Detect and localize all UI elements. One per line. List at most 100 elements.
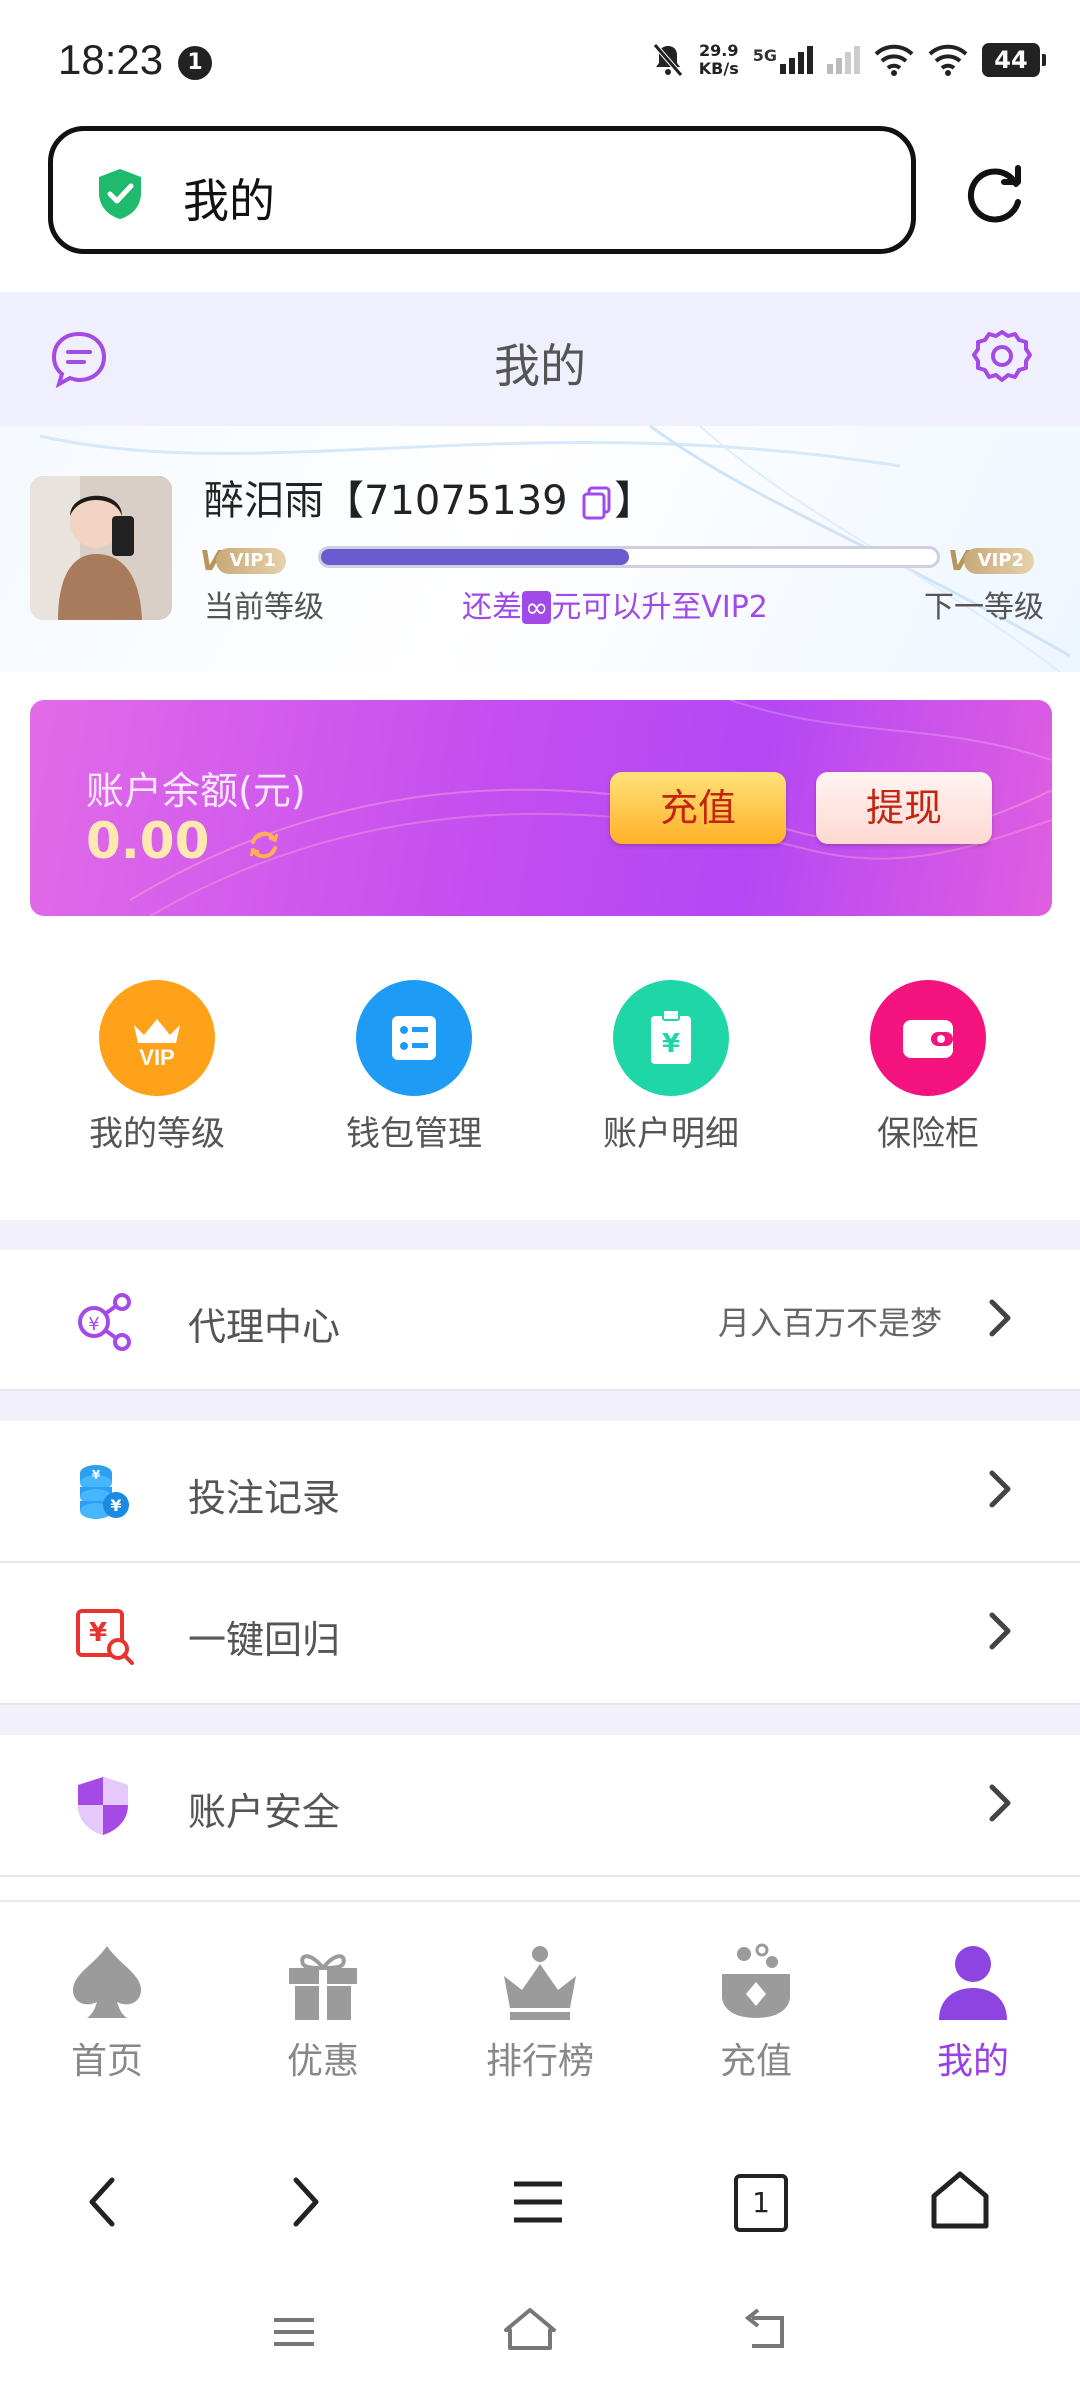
signal-weak-icon bbox=[827, 46, 860, 74]
chevron-right-icon bbox=[989, 1784, 1011, 1822]
status-bar: 18:23 1 29.9 KB/s 5G 44 bbox=[0, 0, 1080, 120]
tab-label: 首页 bbox=[70, 2041, 143, 2082]
username-suffix: 】 bbox=[614, 478, 655, 524]
next-level-label: 下一等级 bbox=[924, 590, 1044, 625]
balance-amount: 0.00 bbox=[86, 812, 210, 870]
upgrade-suffix: 元可以升至VIP2 bbox=[551, 590, 768, 625]
username-text: 醉汨雨【71075139 bbox=[204, 478, 568, 524]
settings-gear-icon[interactable] bbox=[970, 326, 1034, 390]
tab-label: 充值 bbox=[719, 2041, 792, 2082]
balance-value: 0.00 bbox=[86, 812, 281, 870]
vip-progress-bar bbox=[318, 546, 940, 568]
spade-icon bbox=[73, 1946, 141, 2018]
recent-apps-icon[interactable] bbox=[268, 2310, 320, 2354]
menu-icon[interactable] bbox=[508, 2174, 568, 2230]
forward-icon[interactable] bbox=[280, 2172, 330, 2232]
tab-label: 优惠 bbox=[286, 2041, 359, 2082]
quick-action-account-detail[interactable]: ¥ 账户明细 bbox=[571, 980, 771, 1155]
recycle-money-icon: ¥ bbox=[76, 1609, 134, 1665]
svg-text:¥: ¥ bbox=[92, 1468, 101, 1482]
agent-share-icon: ¥ bbox=[78, 1293, 131, 1351]
shield-icon bbox=[78, 1777, 128, 1835]
divider bbox=[0, 1875, 1080, 1877]
url-bar[interactable]: 我的 bbox=[48, 126, 916, 254]
coin-stack-icon: ¥¥ bbox=[80, 1465, 129, 1519]
upgrade-prefix: 还差 bbox=[462, 590, 522, 625]
status-indicators: 29.9 KB/s 5G 44 bbox=[651, 38, 1046, 82]
svg-text:¥: ¥ bbox=[110, 1496, 121, 1515]
vip-progress-fill bbox=[321, 549, 629, 565]
svg-text:VIP: VIP bbox=[139, 1045, 174, 1070]
upgrade-hint: 还差 ∞ 元可以升至VIP2 bbox=[462, 582, 768, 626]
treasure-icon bbox=[722, 1943, 790, 2018]
menu-item-one-click-return[interactable]: ¥ 一键回归 bbox=[0, 1563, 1080, 1703]
system-home-icon[interactable] bbox=[500, 2304, 560, 2354]
net-speed-value: 29.9 bbox=[699, 41, 739, 60]
recharge-button[interactable]: 充值 bbox=[610, 772, 786, 844]
quick-action-safe[interactable]: 保险柜 bbox=[828, 980, 1028, 1155]
tab-mine[interactable]: 我的 bbox=[898, 1942, 1048, 2084]
system-back-icon[interactable] bbox=[738, 2306, 794, 2356]
current-vip-badge: V VIP1 bbox=[200, 544, 287, 577]
current-level-label: 当前等级 bbox=[204, 590, 324, 625]
user-icon bbox=[939, 1946, 1007, 2020]
tab-label: 排行榜 bbox=[485, 2041, 594, 2082]
section-separator bbox=[0, 1220, 1080, 1250]
svg-text:¥: ¥ bbox=[88, 1314, 99, 1335]
next-vip-badge: V VIP2 bbox=[948, 544, 1035, 577]
signal-5g-icon: 5G bbox=[753, 46, 813, 74]
menu-item-bet-records[interactable]: ¥ ¥ 投注记录 bbox=[0, 1421, 1080, 1561]
wallet-manage-icon bbox=[356, 980, 472, 1096]
quick-action-my-level[interactable]: VIP 我的等级 bbox=[57, 980, 257, 1155]
withdraw-button[interactable]: 提现 bbox=[816, 772, 992, 844]
next-vip-label: VIP2 bbox=[963, 547, 1035, 574]
account-detail-icon: ¥ bbox=[613, 980, 729, 1096]
tab-label: 我的 bbox=[936, 2041, 1009, 2082]
avatar[interactable] bbox=[30, 476, 172, 620]
wifi-icon-2 bbox=[928, 44, 968, 76]
net-speed-unit: KB/s bbox=[698, 59, 739, 78]
vip-crown-icon: VIP bbox=[99, 980, 215, 1096]
back-icon[interactable] bbox=[78, 2172, 128, 2232]
tab-home[interactable]: 首页 bbox=[32, 1942, 182, 2084]
quick-action-label: 保险柜 bbox=[877, 1114, 979, 1154]
secure-shield-icon bbox=[99, 169, 141, 219]
menu-item-account-security[interactable]: 账户安全 bbox=[0, 1735, 1080, 1875]
menu-item-agent-center[interactable]: ¥ 代理中心 月入百万不是梦 bbox=[0, 1250, 1080, 1390]
tab-leaderboard[interactable]: 排行榜 bbox=[465, 1942, 615, 2084]
status-time: 18:23 bbox=[58, 36, 164, 83]
home-icon[interactable] bbox=[928, 2168, 992, 2232]
tab-recharge[interactable]: 充值 bbox=[681, 1942, 831, 2084]
current-vip-label: VIP1 bbox=[215, 547, 287, 574]
wifi-icon bbox=[874, 44, 914, 76]
mute-bell-icon bbox=[652, 43, 683, 77]
reload-icon[interactable] bbox=[960, 160, 1030, 230]
page-title: 我的 bbox=[494, 339, 586, 393]
safe-box-icon bbox=[870, 980, 986, 1096]
tabs-counter-button[interactable]: 1 bbox=[734, 2174, 788, 2232]
page-header: 我的 bbox=[0, 292, 1080, 426]
browser-nav-bar: 1 bbox=[0, 2124, 1080, 2280]
quick-action-wallet[interactable]: 钱包管理 bbox=[314, 980, 514, 1155]
infinity-badge: ∞ bbox=[522, 591, 552, 624]
refresh-icon[interactable] bbox=[247, 828, 281, 862]
tab-promotions[interactable]: 优惠 bbox=[248, 1942, 398, 2084]
section-separator bbox=[0, 1391, 1080, 1421]
chevron-right-icon bbox=[989, 1470, 1011, 1508]
battery-icon: 44 bbox=[982, 43, 1046, 77]
system-nav-bar bbox=[0, 2280, 1080, 2400]
balance-label: 账户余额(元) bbox=[86, 769, 306, 813]
gift-icon bbox=[289, 1954, 357, 2020]
username: 醉汨雨【71075139 】 bbox=[204, 468, 654, 526]
network-type: 5G bbox=[752, 46, 777, 65]
chevron-right-icon bbox=[989, 1299, 1011, 1337]
net-speed: 29.9 KB/s bbox=[699, 42, 739, 78]
menu-item-label: 一键回归 bbox=[188, 1618, 341, 1662]
copy-icon[interactable] bbox=[580, 485, 614, 521]
chevron-right-icon bbox=[989, 1612, 1011, 1650]
notification-badge: 1 bbox=[178, 46, 212, 80]
section-separator bbox=[0, 1705, 1080, 1735]
quick-action-label: 我的等级 bbox=[89, 1114, 225, 1154]
svg-text:¥: ¥ bbox=[89, 1618, 107, 1648]
balance-card: 账户余额(元) 0.00 充值 提现 bbox=[30, 700, 1052, 916]
